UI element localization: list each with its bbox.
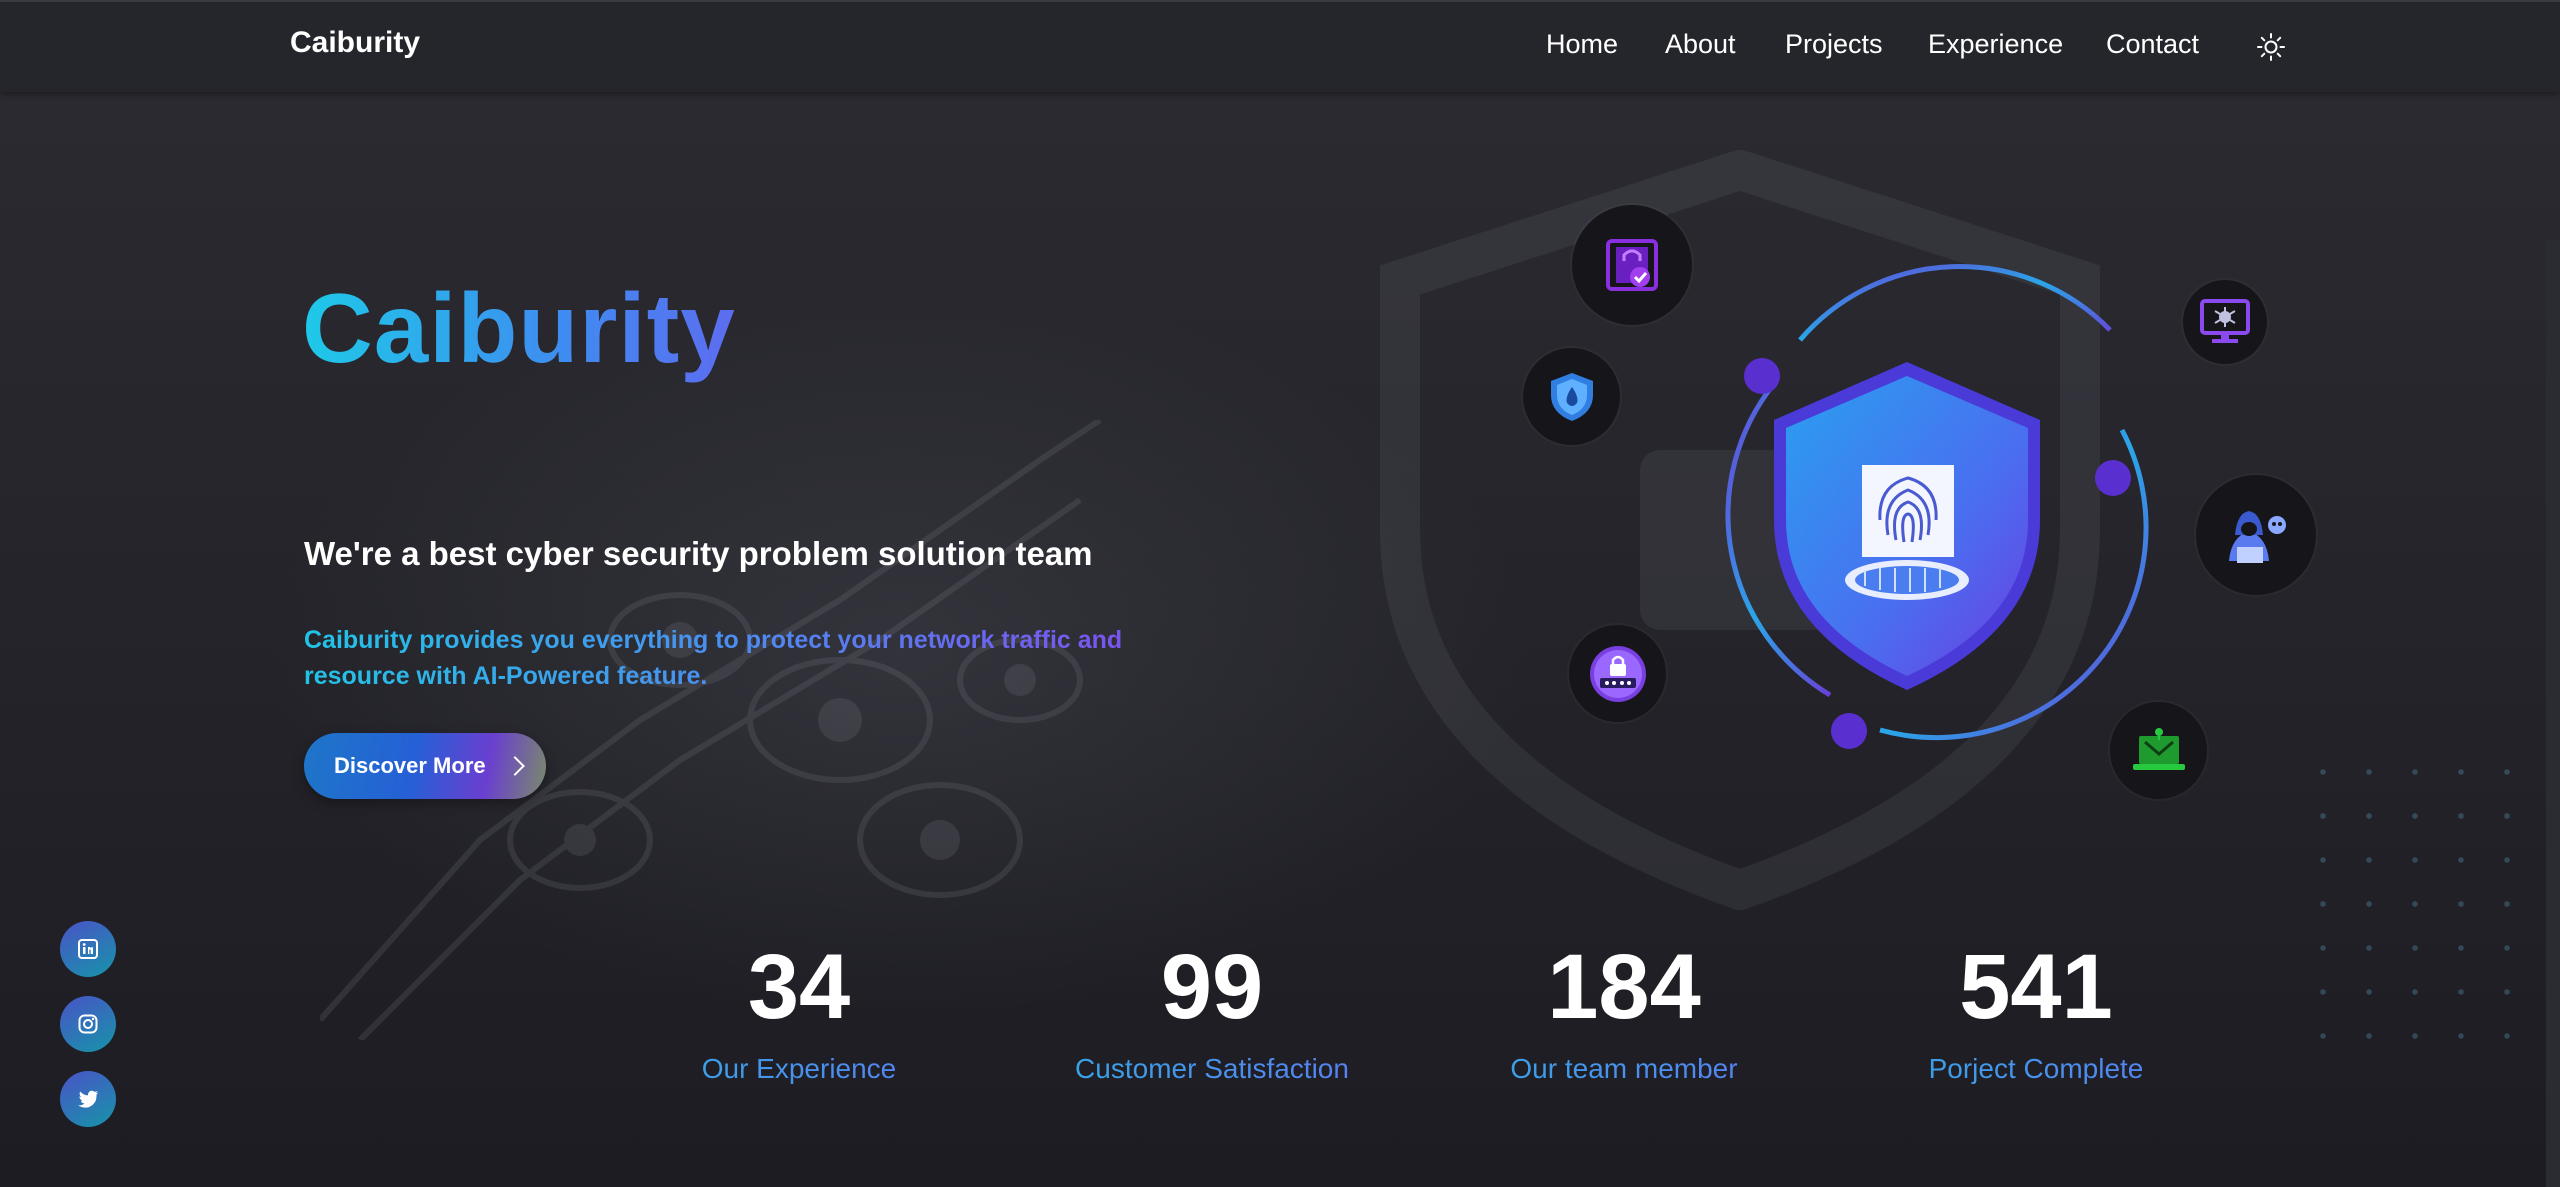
water-shield-icon (1523, 348, 1620, 445)
dot-pattern (2300, 750, 2560, 1050)
discover-more-label: Discover More (334, 753, 486, 778)
lock-check-icon (1572, 205, 1692, 325)
twitter-button[interactable] (60, 1071, 116, 1127)
scrollbar[interactable] (2546, 240, 2560, 1187)
stat-team-member: 184 Our team member (1444, 935, 1804, 1085)
virus-laptop-icon (2110, 702, 2207, 799)
stat-label: Our Experience (619, 1053, 979, 1085)
nav-link-about[interactable]: About (1665, 29, 1736, 60)
instagram-button[interactable] (60, 996, 116, 1052)
brand-logo[interactable]: Caiburity (290, 26, 420, 60)
nav-link-home[interactable]: Home (1546, 29, 1618, 60)
nav-link-contact[interactable]: Contact (2106, 29, 2199, 60)
stat-value: 99 (1160, 936, 1264, 1038)
nav-link-experience[interactable]: Experience (1928, 29, 2063, 60)
hero-title: Caiburity (302, 273, 736, 383)
twitter-icon (77, 1090, 98, 1108)
stat-label: Customer Satisfaction (1032, 1053, 1392, 1085)
linkedin-icon (78, 939, 98, 959)
linkedin-button[interactable] (60, 921, 116, 977)
chevron-right-icon (504, 756, 525, 776)
stat-value: 34 (747, 936, 851, 1038)
stat-label: Our team member (1444, 1053, 1804, 1085)
bug-monitor-icon (2183, 280, 2267, 364)
stat-experience: 34 Our Experience (619, 935, 979, 1085)
stat-customer-satisfaction: 99 Customer Satisfaction (1032, 935, 1392, 1085)
instagram-icon (78, 1014, 98, 1034)
nav-link-projects[interactable]: Projects (1785, 29, 1883, 60)
security-illustration (1510, 190, 2330, 830)
sun-icon[interactable] (2256, 32, 2286, 62)
stat-value: 541 (1959, 936, 2113, 1038)
password-lock-icon (1569, 625, 1666, 722)
stat-label: Porject Complete (1856, 1053, 2216, 1085)
hero-tagline: We're a best cyber security problem solu… (304, 535, 1093, 572)
stat-value: 184 (1547, 936, 1701, 1038)
discover-more-button[interactable]: Discover More (304, 733, 546, 799)
stat-project-complete: 541 Porject Complete (1856, 935, 2216, 1085)
hacker-icon (2196, 475, 2316, 595)
hero-description: Caiburity provides you everything to pro… (304, 622, 1134, 694)
navbar: Caiburity Home About Projects Experience… (0, 0, 2560, 92)
